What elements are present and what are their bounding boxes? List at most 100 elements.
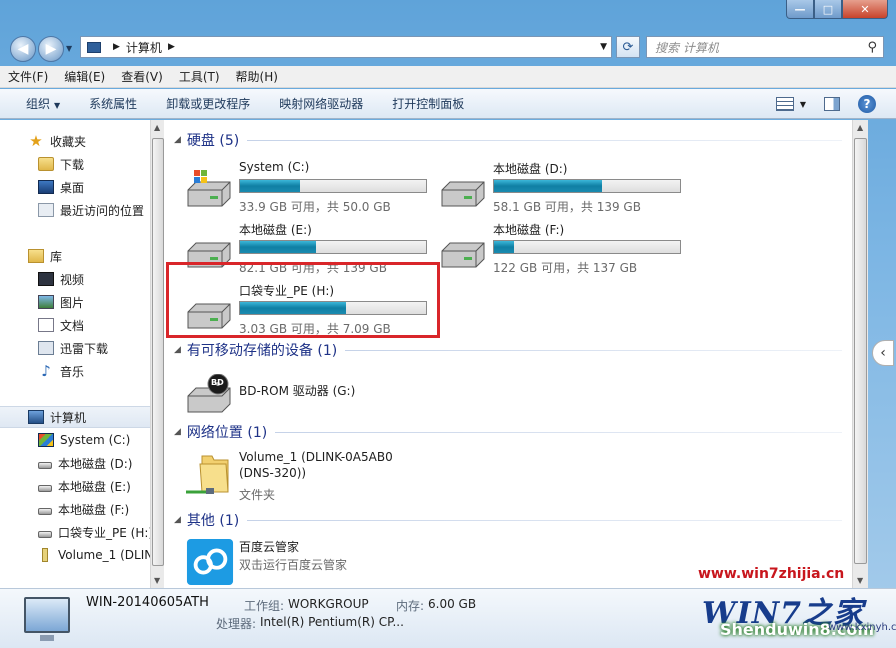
open-control-panel-button[interactable]: 打开控制面板 — [392, 95, 464, 112]
back-button[interactable]: ◀ — [10, 36, 36, 62]
workgroup-label: 工作组: — [244, 599, 285, 613]
drive-icon — [441, 181, 485, 207]
sidebar-item-drive-d[interactable]: 本地磁盘 (D:) — [0, 452, 150, 474]
preview-pane-icon[interactable] — [824, 97, 840, 111]
forward-button[interactable]: ▶ — [38, 36, 64, 62]
search-icon[interactable]: ⚲ — [867, 40, 877, 55]
scrollbar-thumb[interactable] — [854, 138, 867, 564]
collapse-icon[interactable]: ◢ — [174, 135, 181, 145]
chevron-down-icon: ▼ — [799, 99, 806, 109]
drive-tile-f[interactable]: 本地磁盘 (F:) 122 GB 可用，共 137 GB — [418, 217, 681, 275]
scroll-down-icon[interactable]: ▼ — [154, 576, 160, 585]
help-icon[interactable]: ? — [858, 95, 876, 113]
collapse-icon[interactable]: ◢ — [174, 427, 181, 437]
address-dropdown-icon[interactable]: ▼ — [600, 42, 607, 52]
sidebar-item-drive-f[interactable]: 本地磁盘 (F:) — [0, 498, 150, 520]
menu-view[interactable]: 查看(V) — [121, 68, 163, 85]
windows-drive-icon — [38, 433, 54, 447]
sidebar-item-recent[interactable]: 最近访问的位置 — [0, 199, 150, 221]
sidebar-item-label: 计算机 — [50, 410, 87, 425]
drive-name: System (C:) — [239, 160, 310, 174]
sidebar-item-library[interactable]: 库 — [0, 245, 150, 267]
content-scrollbar[interactable]: ▲ ▼ — [852, 120, 868, 588]
map-network-drive-button[interactable]: 映射网络驱动器 — [279, 95, 363, 112]
sidebar-item-drive-e[interactable]: 本地磁盘 (E:) — [0, 475, 150, 497]
sidebar-item-drive-h[interactable]: 口袋专业_PE (H:) — [0, 521, 150, 543]
drive-tile-c[interactable]: System (C:) 33.9 GB 可用，共 50.0 GB — [164, 156, 427, 214]
watermark-small-url: www.kxinyh.com — [828, 622, 896, 633]
sidebar-item-desktop[interactable]: 桌面 — [0, 176, 150, 198]
refresh-button[interactable]: ⟳ — [616, 36, 640, 58]
group-header-other[interactable]: ◢ 其他 (1) — [164, 510, 852, 530]
sidebar-item-music[interactable]: ♪ 音乐 — [0, 360, 150, 382]
computer-name: WIN-20140605ATH — [86, 595, 209, 610]
group-title: 网络位置 (1) — [186, 425, 268, 441]
group-title: 有可移动存储的设备 (1) — [186, 343, 338, 359]
divider — [247, 139, 842, 141]
scroll-down-icon[interactable]: ▼ — [857, 576, 863, 585]
address-bar[interactable]: ▶ 计算机 ▶ ▼ — [80, 36, 612, 58]
history-dropdown-icon[interactable]: ▼ — [66, 44, 72, 53]
menu-help[interactable]: 帮助(H) — [236, 68, 278, 85]
navigation-pane: ★ 收藏夹 下载 桌面 最近访问的位置 库 视频 图片 文档 迅雷下载 ♪ 音乐… — [0, 120, 150, 588]
close-button[interactable]: ✕ — [842, 0, 888, 19]
sidebar-item-thunder-downloads[interactable]: 迅雷下载 — [0, 337, 150, 359]
chevron-right-icon[interactable]: ▶ — [113, 42, 120, 52]
memory-label: 内存: — [396, 599, 425, 613]
group-header-removable[interactable]: ◢ 有可移动存储的设备 (1) — [164, 340, 852, 360]
drive-icon — [441, 242, 485, 268]
sidebar-item-downloads[interactable]: 下载 — [0, 153, 150, 175]
sidebar-item-drive-c[interactable]: System (C:) — [0, 429, 150, 451]
breadcrumb[interactable]: 计算机 — [126, 39, 162, 56]
sidebar-item-favorites[interactable]: ★ 收藏夹 — [0, 130, 150, 152]
sidebar-item-label: 最近访问的位置 — [60, 203, 145, 218]
sidebar-item-volume1[interactable]: Volume_1 (DLINK-0A5AB0 — [0, 544, 150, 566]
scroll-up-icon[interactable]: ▲ — [154, 123, 160, 132]
drive-free-space: 122 GB 可用，共 137 GB — [493, 261, 638, 275]
sidebar-item-label: 图片 — [60, 295, 85, 310]
usage-bar — [239, 240, 427, 254]
app-name: 百度云管家 — [239, 540, 300, 554]
drive-icon — [38, 461, 52, 469]
recent-places-icon — [38, 203, 54, 217]
sidebar-item-label: 桌面 — [60, 180, 85, 195]
search-input[interactable]: 搜索 计算机 ⚲ — [646, 36, 884, 58]
sidebar-item-label: 本地磁盘 (F:) — [58, 502, 130, 517]
group-header-hdd[interactable]: ◢ 硬盘 (5) — [164, 130, 852, 150]
network-location-tile[interactable]: Volume_1 (DLINK-0A5AB0 (DNS-320)) 文件夹 — [164, 446, 414, 506]
collapse-icon[interactable]: ◢ — [174, 515, 181, 525]
sidebar-item-pictures[interactable]: 图片 — [0, 291, 150, 313]
drive-name: 本地磁盘 (E:) — [239, 223, 312, 237]
system-properties-button[interactable]: 系统属性 — [89, 95, 137, 112]
computer-icon — [24, 597, 70, 641]
sidebar-item-videos[interactable]: 视频 — [0, 268, 150, 290]
network-location-name: Volume_1 (DLINK-0A5AB0 — [239, 450, 393, 464]
sidebar-item-label: 本地磁盘 (D:) — [58, 456, 133, 471]
change-view-button[interactable]: ▼ — [775, 97, 806, 111]
sidebar-item-computer[interactable]: 计算机 — [0, 406, 150, 428]
collapse-side-panel-icon[interactable]: ‹ — [872, 340, 894, 366]
drive-tile-bdrom[interactable]: BD-ROM 驱动器 (G:) BD — [164, 362, 414, 420]
scroll-up-icon[interactable]: ▲ — [857, 123, 863, 132]
menu-tools[interactable]: 工具(T) — [179, 68, 220, 85]
organize-button[interactable]: 组织 ▼ — [26, 95, 60, 112]
video-icon — [38, 272, 54, 286]
drive-tile-d[interactable]: 本地磁盘 (D:) 58.1 GB 可用，共 139 GB — [418, 156, 681, 214]
minimize-button[interactable]: — — [786, 0, 814, 19]
menu-file[interactable]: 文件(F) — [8, 68, 48, 85]
maximize-button[interactable]: □ — [814, 0, 842, 19]
drive-free-space: 33.9 GB 可用，共 50.0 GB — [239, 200, 391, 214]
highlight-box — [166, 262, 440, 338]
divider — [247, 519, 842, 521]
sidebar-item-label: 下载 — [60, 157, 85, 172]
group-header-network[interactable]: ◢ 网络位置 (1) — [164, 422, 852, 442]
sidebar-item-documents[interactable]: 文档 — [0, 314, 150, 336]
baidu-cloud-tile[interactable]: 百度云管家 双击运行百度云管家 — [164, 534, 414, 588]
scrollbar-thumb[interactable] — [152, 138, 164, 566]
chevron-right-icon[interactable]: ▶ — [168, 42, 175, 52]
collapse-icon[interactable]: ◢ — [174, 345, 181, 355]
network-location-name-cont: (DNS-320)) — [239, 466, 307, 480]
menu-edit[interactable]: 编辑(E) — [64, 68, 105, 85]
uninstall-program-button[interactable]: 卸载或更改程序 — [166, 95, 250, 112]
sidebar-scrollbar[interactable]: ▲ ▼ — [150, 120, 164, 588]
